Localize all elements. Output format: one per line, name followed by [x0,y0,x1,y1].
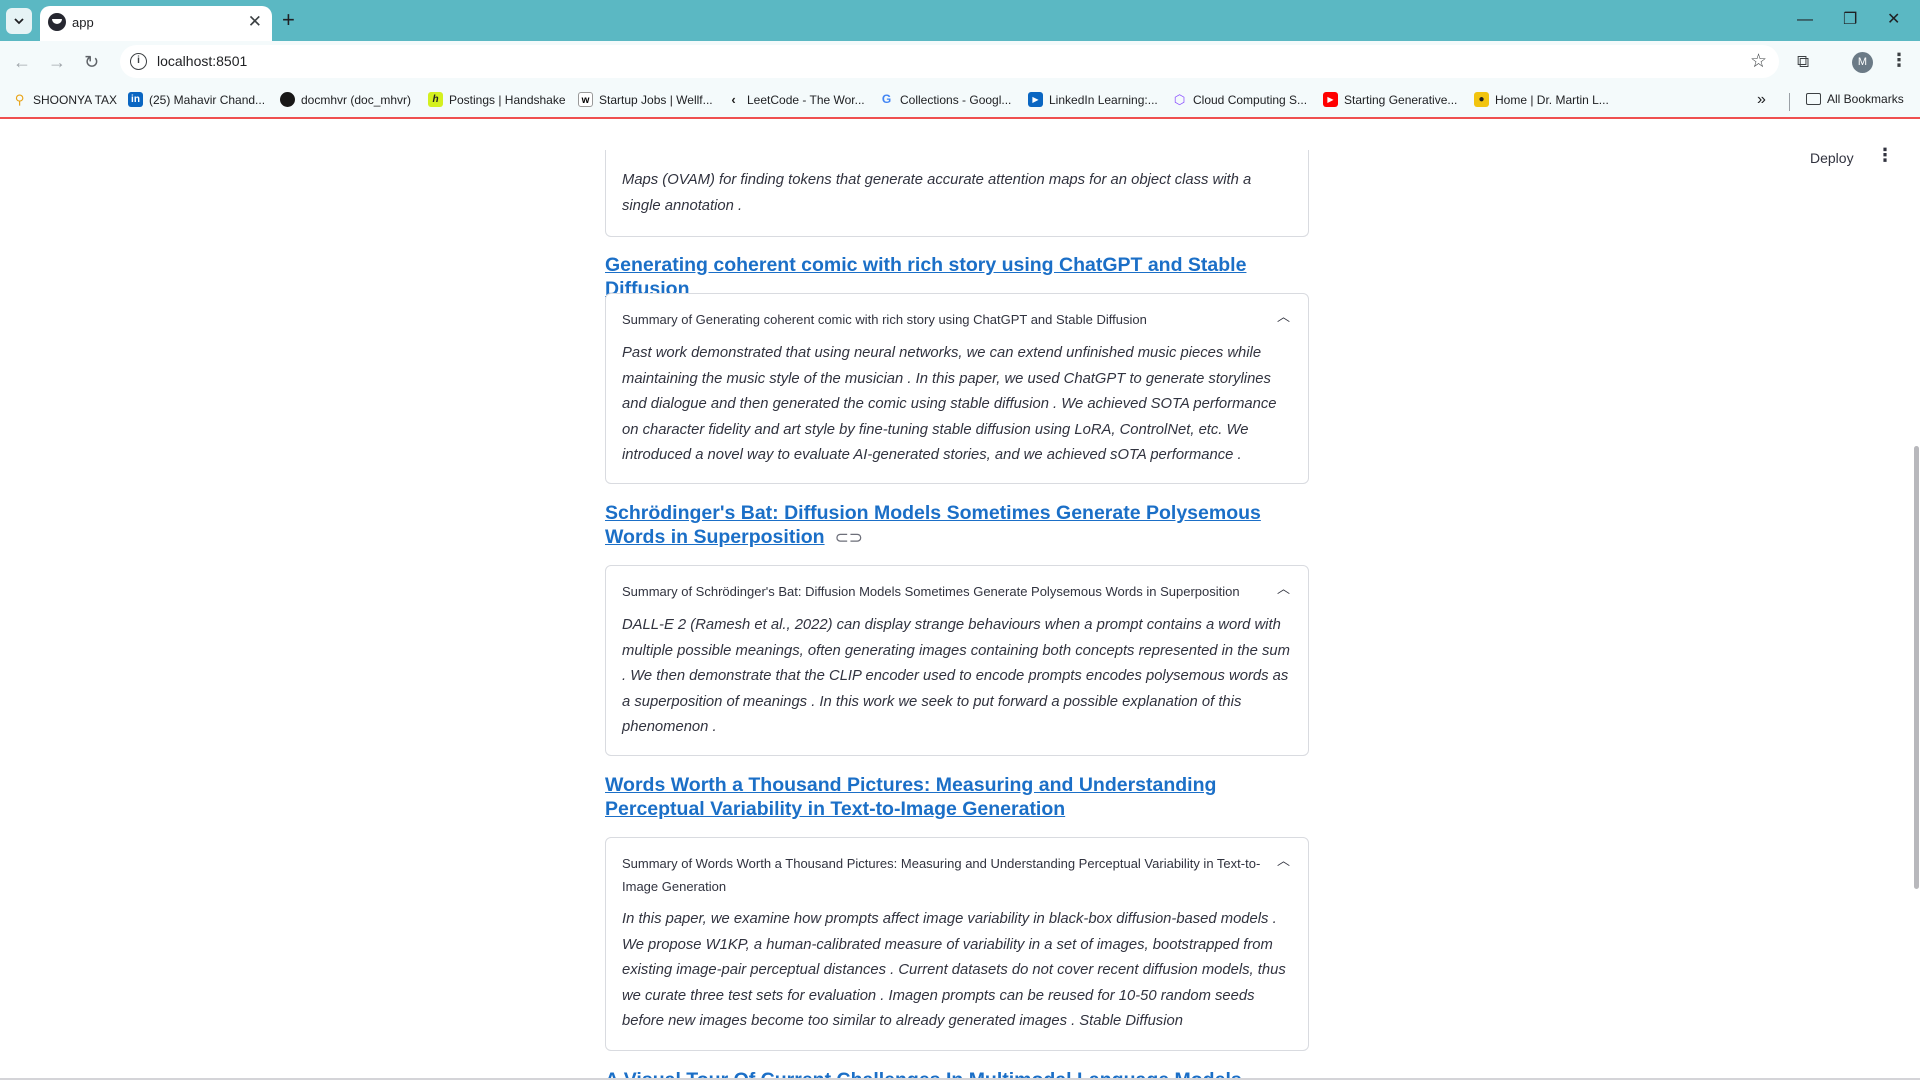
youtube-icon: ▶ [1323,92,1338,107]
bookmark-label: Cloud Computing S... [1193,92,1308,107]
bookmark-label: Home | Dr. Martin L... [1495,92,1609,107]
summary-expander: Summary of Generating coherent comic wit… [605,293,1309,484]
google-icon: G [881,92,892,106]
wellfound-icon: w [578,92,593,107]
more-bookmarks-icon[interactable]: » [1757,91,1766,109]
bookmark-item[interactable]: ‹ LeetCode - The Wor... [726,92,865,107]
summary-text: In this paper, we examine how prompts af… [622,911,1286,1029]
active-tab[interactable]: app ✕ [40,6,272,41]
url-text[interactable]: localhost:8501 [157,53,247,69]
expander-header[interactable]: Summary of Words Worth a Thousand Pictur… [622,852,1262,898]
linkedin-learning-icon: ▶ [1028,92,1043,107]
chevron-up-icon[interactable]: ︿ [1277,306,1290,325]
bookmarks-bar: ⚲ SHOONYA TAX in (25) Mahavir Chand... d… [0,83,1920,119]
leetcode-icon: ‹ [731,92,736,107]
deploy-button[interactable]: Deploy [1810,150,1854,166]
browser-menu-icon[interactable]: ⋮ [1890,50,1908,71]
all-bookmarks-folder[interactable]: All Bookmarks [1806,92,1904,106]
profile-avatar[interactable]: M [1852,52,1873,73]
bookmark-item[interactable]: h Postings | Handshake [428,92,566,107]
close-window-icon[interactable]: ✕ [1887,9,1900,31]
bookmark-item[interactable]: ⚲ SHOONYA TAX [12,92,117,107]
paper-title-link[interactable]: Words Worth a Thousand Pictures: Measuri… [605,773,1313,821]
chevron-up-icon[interactable]: ︿ [1277,578,1290,597]
app-menu-icon[interactable]: ⋮ [1876,145,1894,166]
bookmark-item[interactable]: ▶ Starting Generative... [1323,92,1457,107]
bookmark-label: SHOONYA TAX [33,92,118,107]
scrollbar-thumb[interactable] [1914,446,1919,889]
paper-title-link[interactable]: A Visual Tour Of Current Challenges In M… [605,1068,1313,1078]
cube-icon: ⬡ [1173,92,1186,107]
paper-title-text[interactable]: Schrödinger's Bat: Diffusion Models Some… [605,502,1261,548]
streamlit-favicon-icon [48,13,66,31]
bookmark-item[interactable]: ⬡ Cloud Computing S... [1172,92,1307,107]
bookmark-item[interactable]: ▶ LinkedIn Learning:... [1028,92,1158,107]
reload-icon[interactable]: ↻ [84,51,99,73]
new-tab-icon[interactable]: + [282,8,295,32]
scroll-clip [605,121,1313,150]
bookmark-label: Startup Jobs | Wellf... [599,92,713,107]
summary-text: Past work demonstrated that using neural… [622,345,1277,463]
expander-header[interactable]: Summary of Schrödinger's Bat: Diffusion … [622,580,1262,603]
chevron-down-icon [14,18,24,25]
bookmark-label: LinkedIn Learning:... [1049,92,1158,107]
bookmark-label: docmhvr (doc_mhvr) [301,92,412,107]
folder-icon [1806,93,1821,105]
chevron-up-icon[interactable]: ︿ [1277,850,1290,869]
tab-title: app [72,15,94,30]
bookmark-label: Collections - Googl... [900,92,1012,107]
summary-expander: Maps (OVAM) for finding tokens that gene… [605,150,1309,237]
close-tab-icon[interactable]: ✕ [248,11,262,33]
bookmark-item[interactable]: G Collections - Googl... [879,92,1012,107]
site-info-icon[interactable]: i [130,53,147,70]
summary-text: DALL-E 2 (Ramesh et al., 2022) can displ… [622,617,1290,735]
bookmarks-divider [1789,93,1790,111]
linkedin-icon: in [128,92,143,107]
back-arrow-icon[interactable]: ← [13,51,31,73]
bookmark-label: (25) Mahavir Chand... [149,92,266,107]
bookmark-item[interactable]: in (25) Mahavir Chand... [128,92,265,107]
summary-text: Maps (OVAM) for finding tokens that gene… [622,172,1252,214]
browser-toolbar: ← → ↻ i localhost:8501 ☆ ⧉ M ⋮ [0,41,1920,83]
bookmark-item[interactable]: ● Home | Dr. Martin L... [1474,92,1609,107]
summary-expander: Summary of Schrödinger's Bat: Diffusion … [605,565,1309,756]
forward-arrow-icon[interactable]: → [48,51,66,73]
bee-icon: ● [1474,92,1489,107]
extensions-puzzle-icon[interactable]: ⧉ [1797,52,1809,72]
anchor-link-icon[interactable]: ⊂⊃ [835,526,864,550]
search-icon: ⚲ [14,92,25,107]
minimize-icon[interactable]: — [1797,9,1813,31]
expander-header[interactable]: Summary of Generating coherent comic wit… [622,308,1262,331]
tab-search-button[interactable] [6,8,32,34]
handshake-icon: h [428,92,443,107]
bookmark-item[interactable]: w Startup Jobs | Wellf... [578,92,713,107]
all-bookmarks-label: All Bookmarks [1827,92,1904,106]
paper-title-link[interactable]: Schrödinger's Bat: Diffusion Models Some… [605,501,1313,550]
bookmark-label: Postings | Handshake [449,92,566,107]
bookmark-star-icon[interactable]: ☆ [1750,50,1767,73]
summary-expander: Summary of Words Worth a Thousand Pictur… [605,837,1309,1051]
bookmark-label: LeetCode - The Wor... [747,92,865,107]
address-bar[interactable]: i localhost:8501 ☆ [120,45,1779,78]
github-icon [280,92,295,107]
bookmark-label: Starting Generative... [1344,92,1458,107]
browser-tab-strip: app ✕ + — ❐ ✕ [0,0,1920,41]
bookmark-item[interactable]: docmhvr (doc_mhvr) [280,92,411,107]
restore-window-icon[interactable]: ❐ [1843,9,1857,31]
